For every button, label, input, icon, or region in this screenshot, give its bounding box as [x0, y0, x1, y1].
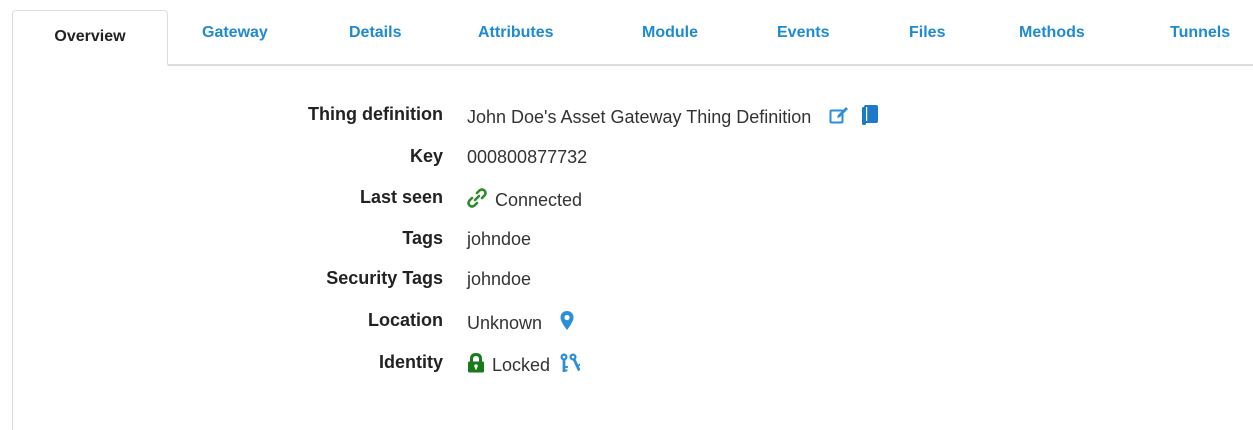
location-value-wrap: Unknown [467, 311, 574, 336]
thing-definition-value-wrap: John Doe's Asset Gateway Thing Definitio… [467, 105, 880, 130]
tab-methods[interactable]: Methods [1019, 24, 1085, 42]
tab-details[interactable]: Details [349, 24, 401, 42]
tab-bar: Overview Gateway Details Attributes Modu… [0, 0, 1253, 66]
identity-value: Locked [492, 355, 551, 375]
security-tags-label: Security Tags [326, 268, 443, 288]
lock-icon [467, 352, 485, 378]
tab-files[interactable]: Files [909, 24, 945, 42]
tab-tunnels[interactable]: Tunnels [1170, 24, 1230, 42]
row-identity: Identity Locked [0, 352, 1253, 382]
row-security-tags: Security Tags johndoe [0, 268, 1253, 298]
identity-label: Identity [378, 352, 443, 372]
identity-value-wrap: Locked [467, 352, 582, 378]
row-location: Location Unknown [0, 310, 1253, 340]
tab-events[interactable]: Events [777, 24, 829, 42]
row-key: Key 000800877732 [0, 146, 1253, 176]
row-thing-definition: Thing definition John Doe's Asset Gatewa… [0, 104, 1253, 134]
key-label: Key [409, 146, 443, 166]
map-marker-icon[interactable] [560, 311, 574, 336]
thing-definition-value: John Doe's Asset Gateway Thing Definitio… [467, 107, 812, 127]
tags-label: Tags [402, 228, 443, 248]
location-value: Unknown [467, 313, 543, 333]
tab-gateway[interactable]: Gateway [202, 24, 268, 42]
thing-definition-label: Thing definition [308, 104, 443, 124]
last-seen-label: Last seen [359, 187, 443, 207]
tab-attributes[interactable]: Attributes [478, 24, 554, 42]
tab-overview[interactable]: Overview [12, 10, 168, 66]
tab-module[interactable]: Module [642, 24, 698, 42]
last-seen-value: Connected [495, 190, 583, 210]
key-value: 000800877732 [467, 147, 588, 167]
keys-icon[interactable] [558, 353, 582, 378]
tags-value: johndoe [467, 229, 532, 249]
last-seen-value-wrap: Connected [467, 188, 582, 213]
tab-bar-divider [12, 64, 1253, 66]
row-last-seen: Last seen Connected [0, 187, 1253, 217]
security-tags-value: johndoe [467, 269, 532, 289]
link-icon [467, 188, 487, 213]
row-tags: Tags johndoe [0, 228, 1253, 258]
location-label: Location [368, 310, 443, 330]
edit-icon[interactable] [829, 106, 849, 129]
copy-icon[interactable] [862, 105, 880, 130]
